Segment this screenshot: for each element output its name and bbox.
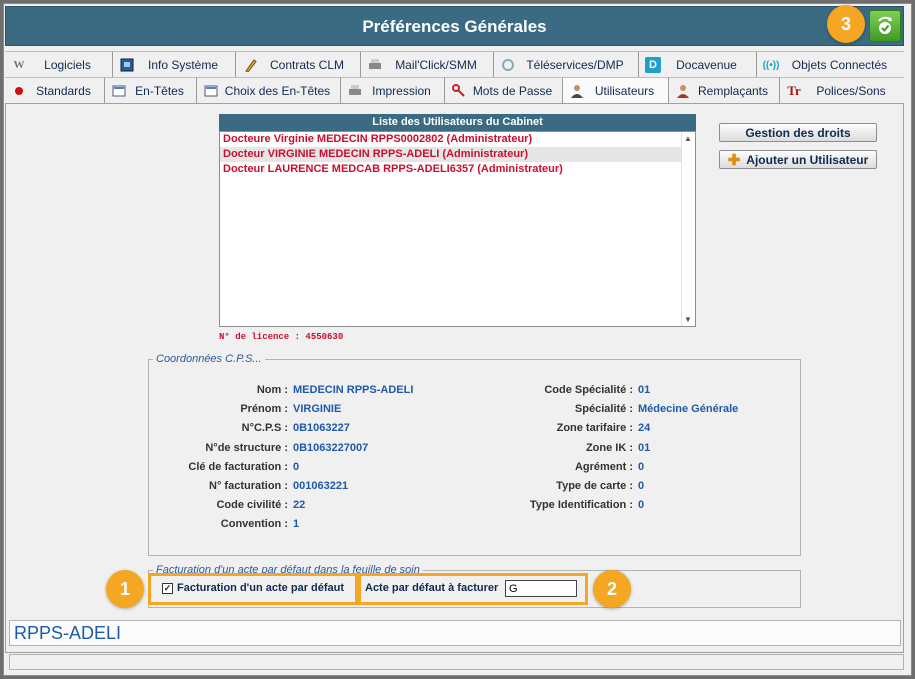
default-act-checkbox[interactable]: ✓ Facturation d'un acte par défaut: [162, 582, 344, 594]
callout-badge-2: 2: [593, 570, 631, 608]
bottom-bar: [9, 654, 904, 670]
window-title: Préférences Générales: [362, 17, 547, 36]
rights-management-button[interactable]: Gestion des droits: [719, 123, 877, 142]
replacement-user-icon: [675, 83, 691, 99]
callout-badge-1: 1: [106, 570, 144, 608]
scroll-up-icon[interactable]: ▲: [684, 134, 692, 143]
title-bar: Préférences Générales: [5, 6, 904, 46]
d-icon: D: [645, 57, 661, 73]
header-icon: [111, 83, 127, 99]
tab-polices-sons[interactable]: Tr Polices/Sons: [780, 77, 904, 103]
tab-utilisateurs[interactable]: Utilisateurs: [563, 77, 669, 103]
tab-mailclick[interactable]: Mail'Click/SMM: [361, 51, 494, 77]
wireless-icon: ((•)): [762, 59, 780, 71]
header-icon: [203, 83, 219, 99]
tab-en-tetes[interactable]: En-Têtes: [105, 77, 197, 103]
user-list[interactable]: Docteure Virginie MEDECIN RPPS0002802 (A…: [219, 131, 696, 327]
callout-badge-3: 3: [827, 5, 865, 43]
user-list-scrollbar[interactable]: ▲ ▼: [681, 132, 695, 326]
tab-objets-connectes[interactable]: ((•)) Objets Connectés: [757, 51, 904, 77]
tab-logiciels[interactable]: W Logiciels: [5, 51, 113, 77]
font-icon: Tr: [787, 83, 801, 98]
w-icon: W: [13, 59, 25, 71]
scroll-down-icon[interactable]: ▼: [684, 315, 692, 324]
key-icon: [451, 83, 467, 99]
plus-icon: ✚: [727, 151, 741, 169]
license-number: N° de licence : 4550630: [219, 332, 344, 342]
check-refresh-icon: [878, 16, 892, 34]
tab-choix-en-tetes[interactable]: Choix des En-Têtes: [197, 77, 341, 103]
cps-legend: Coordonnées C.P.S...: [153, 353, 265, 365]
validate-button[interactable]: [869, 10, 901, 42]
tab-mots-de-passe[interactable]: Mots de Passe: [445, 77, 563, 103]
red-dot-icon: [11, 83, 27, 99]
pencil-icon: [242, 57, 258, 73]
checkbox-checked-icon[interactable]: ✓: [162, 582, 173, 594]
printer-icon: [347, 83, 363, 99]
tab-remplacants[interactable]: Remplaçants: [669, 77, 780, 103]
printer-icon: [367, 57, 383, 73]
default-act-input[interactable]: [505, 580, 577, 597]
list-item[interactable]: Docteur VIRGINIE MEDECIN RPPS-ADELI (Adm…: [220, 147, 695, 162]
refresh-icon: [500, 57, 516, 73]
list-item[interactable]: Docteur LAURENCE MEDCAB RPPS-ADELI6357 (…: [220, 162, 695, 177]
default-act-label: Acte par défaut à facturer: [365, 582, 499, 594]
tab-row-2: Standards En-Têtes Choix des En-Têtes Im…: [5, 77, 904, 103]
tab-row-1: W Logiciels Info Système Contrats CLM Ma…: [5, 51, 904, 77]
add-user-button[interactable]: ✚ Ajouter un Utilisateur: [719, 150, 877, 169]
tab-teleservices[interactable]: Téléservices/DMP: [494, 51, 639, 77]
user-list-header: Liste des Utilisateurs du Cabinet: [219, 114, 696, 131]
status-bar: RPPS-ADELI: [9, 620, 901, 646]
list-item[interactable]: Docteure Virginie MEDECIN RPPS0002802 (A…: [220, 132, 695, 147]
tab-docavenue[interactable]: D Docavenue: [639, 51, 757, 77]
tab-info-systeme[interactable]: Info Système: [113, 51, 236, 77]
user-icon: [569, 83, 585, 99]
tab-standards[interactable]: Standards: [5, 77, 105, 103]
computer-icon: [119, 57, 135, 73]
tab-contrats-clm[interactable]: Contrats CLM: [236, 51, 361, 77]
tab-impression[interactable]: Impression: [341, 77, 445, 103]
